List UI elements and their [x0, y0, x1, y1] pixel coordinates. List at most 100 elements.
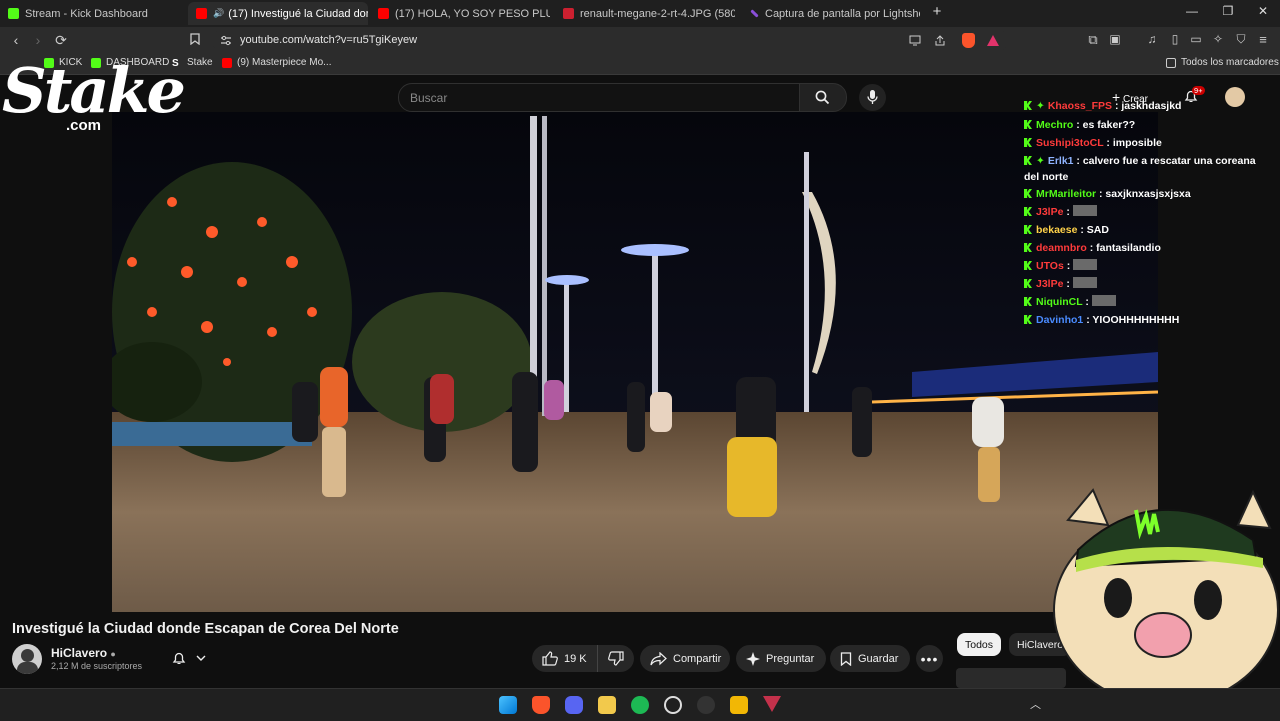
address-bar[interactable]: youtube.com/watch?v=ru5TgiKeyew	[212, 30, 1008, 51]
channel-avatar[interactable]	[12, 644, 42, 674]
search-button[interactable]	[799, 83, 847, 112]
tab-label: (17) Investigué la Ciudad don	[228, 7, 368, 20]
tab-youtube-video[interactable]: 🔊 (17) Investigué la Ciudad don ✕	[188, 2, 368, 25]
site-settings-icon[interactable]	[220, 35, 232, 46]
obs-icon[interactable]	[664, 696, 682, 714]
video-frame	[112, 112, 1158, 612]
speaker-icon: 🔊	[213, 8, 225, 18]
subscriber-count: 2,12 M de suscriptores	[51, 661, 143, 671]
wallet-icon[interactable]: ▭	[1187, 32, 1205, 46]
bookmark-label: (9) Masterpiece Mo...	[237, 57, 332, 68]
menu-icon[interactable]: ≡	[1254, 32, 1272, 47]
tab-kick-dashboard[interactable]: Stream - Kick Dashboard	[8, 2, 186, 25]
kick-badge-icon	[1024, 189, 1032, 198]
chat-message: NiquinCL :	[1024, 294, 1264, 310]
bookmark-masterpiece[interactable]: (9) Masterpiece Mo...	[222, 57, 331, 68]
steam-icon[interactable]	[697, 696, 715, 714]
leo-ai-icon[interactable]: ✧	[1209, 32, 1227, 46]
ask-label: Preguntar	[766, 652, 815, 665]
kick-badge-icon	[1024, 156, 1032, 165]
kick-badge-icon	[1024, 225, 1032, 234]
chat-username: deamnbro	[1036, 242, 1087, 254]
minimize-icon[interactable]: —	[1182, 4, 1202, 18]
search-input[interactable]: Buscar	[398, 83, 800, 112]
vpn-shield-icon[interactable]: ⛉	[1232, 32, 1250, 47]
emote-image	[1073, 259, 1098, 270]
subscription-bell-button[interactable]	[171, 650, 211, 668]
stake-domain: .com	[66, 117, 102, 134]
chat-message: J3lPe :	[1024, 204, 1264, 220]
youtube-icon	[222, 57, 232, 68]
url-text: youtube.com/watch?v=ru5TgiKeyew	[240, 34, 418, 46]
thumbs-down-icon	[608, 651, 624, 666]
voice-search-button[interactable]	[859, 84, 886, 111]
save-button[interactable]: Guardar	[830, 645, 910, 672]
cast-icon[interactable]	[909, 35, 921, 46]
windows-start-icon[interactable]	[499, 696, 517, 714]
more-actions-button[interactable]: •••	[916, 645, 943, 672]
more-dots-icon: •••	[920, 650, 939, 667]
sidebar-icon[interactable]: ▯	[1166, 32, 1184, 46]
brave-rewards-icon[interactable]	[987, 35, 999, 46]
chip-todos[interactable]: Todos	[957, 633, 1002, 656]
chat-text: : saxjknxasjsxjsxa	[1099, 188, 1191, 200]
like-button[interactable]: 19 K	[532, 645, 598, 672]
chat-username: NiquinCL	[1036, 296, 1083, 308]
sub-badge-icon: ✦	[1036, 100, 1045, 112]
valorant-icon[interactable]	[763, 696, 781, 712]
verified-icon: ●	[110, 649, 116, 659]
chat-message: Sushipi3toCL : imposible	[1024, 135, 1264, 151]
kick-icon	[8, 8, 19, 19]
screenshot-icon[interactable]: ▣	[1106, 32, 1124, 46]
streamer-avatar-overlay	[1048, 480, 1280, 706]
stake-wordmark: Stake	[2, 54, 186, 127]
chat-text: :	[1066, 206, 1070, 218]
share-page-icon[interactable]	[934, 35, 946, 46]
extensions-icon[interactable]: ⧉	[1084, 32, 1102, 48]
save-bookmark-icon	[840, 651, 852, 666]
new-tab-icon[interactable]: +	[927, 3, 947, 20]
kick-badge-icon	[1024, 297, 1032, 306]
back-icon[interactable]: ‹	[7, 32, 25, 48]
rockstar-launcher-icon[interactable]	[730, 696, 748, 714]
kick-badge-icon	[1024, 120, 1032, 129]
brave-browser-icon[interactable]	[532, 696, 550, 714]
channel-name[interactable]: HiClavero ●	[51, 646, 116, 660]
tab-renault-image[interactable]: renault-megane-2-rt-4.JPG (580×31	[563, 2, 735, 25]
chat-username: bekaese	[1036, 224, 1078, 236]
chat-message: bekaese : SAD	[1024, 222, 1264, 238]
chat-username: UTOs	[1036, 260, 1064, 272]
kick-badge-icon	[1024, 138, 1032, 147]
channel-name-text: HiClavero	[51, 646, 108, 660]
close-window-icon[interactable]: ✕	[1253, 4, 1273, 18]
youtube-icon	[196, 8, 207, 19]
chevron-down-icon	[196, 655, 206, 661]
chat-text: :	[1066, 260, 1071, 272]
media-icon[interactable]: ♫	[1143, 32, 1161, 46]
chat-message: deamnbro : fantasilandio	[1024, 240, 1264, 256]
spotify-icon[interactable]	[631, 696, 649, 714]
tab-lightshot[interactable]: Captura de pantalla por Lightshot	[750, 2, 920, 25]
dislike-button[interactable]	[598, 645, 634, 672]
discord-icon[interactable]	[565, 696, 583, 714]
kick-badge-icon	[1024, 261, 1032, 270]
lightshot-feather-icon	[750, 9, 759, 18]
chat-username: Sushipi3toCL	[1036, 137, 1104, 149]
all-bookmarks[interactable]: Todos los marcadores	[1166, 57, 1279, 68]
reload-icon[interactable]: ⟳	[52, 32, 70, 49]
chat-message: Mechro : es faker??	[1024, 117, 1264, 133]
share-button[interactable]: Compartir	[640, 645, 730, 672]
file-explorer-icon[interactable]	[598, 696, 616, 714]
forward-icon[interactable]: ›	[29, 32, 47, 48]
bell-icon	[172, 652, 186, 664]
brave-shields-icon[interactable]	[962, 33, 975, 48]
bookmark-label: Todos los marcadores	[1181, 57, 1279, 68]
tab-peso-pluma[interactable]: (17) HOLA, YO SOY PESO PLUMA // l	[378, 2, 550, 25]
microphone-icon	[867, 90, 878, 104]
maximize-icon[interactable]: ❐	[1218, 4, 1238, 18]
tab-label: Captura de pantalla por Lightshot	[765, 7, 920, 20]
video-player[interactable]	[112, 112, 1158, 612]
ask-button[interactable]: Preguntar	[736, 645, 826, 672]
bookmark-icon[interactable]	[186, 32, 204, 48]
tray-chevron-up-icon[interactable]: ︿	[1030, 696, 1041, 712]
